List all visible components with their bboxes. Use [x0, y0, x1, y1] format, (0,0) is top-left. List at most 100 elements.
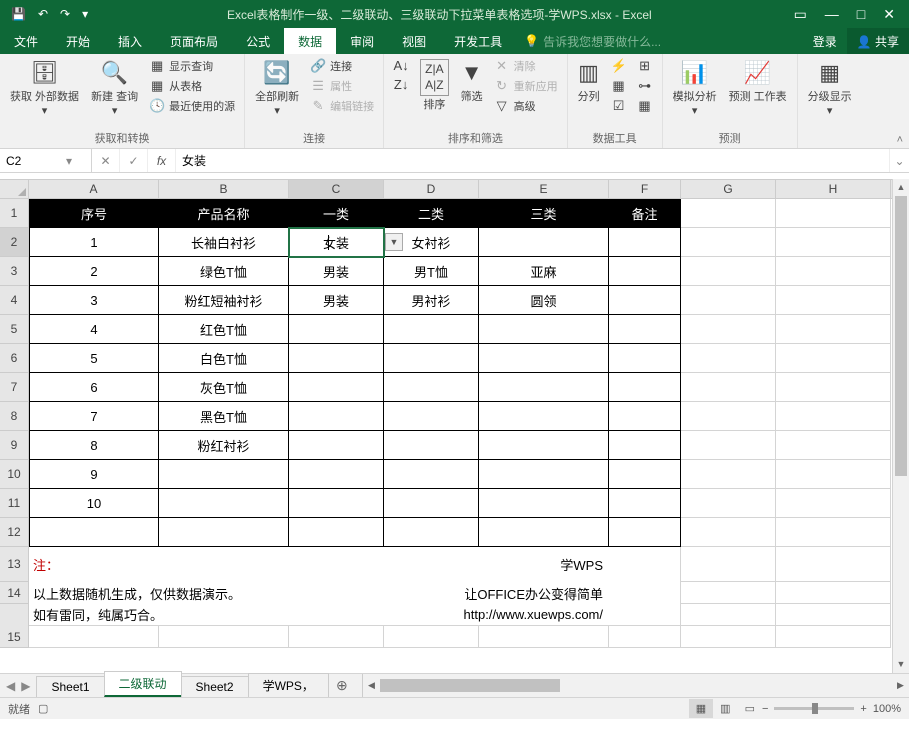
namebox-dropdown-icon[interactable]: ▾ [66, 154, 72, 168]
cell[interactable]: 长袖白衬衫 [159, 228, 289, 257]
cell[interactable] [681, 228, 776, 257]
cell[interactable] [609, 257, 681, 286]
sheet-tab[interactable]: Sheet1 [36, 676, 104, 697]
cell[interactable] [681, 402, 776, 431]
row-header-2[interactable]: 2 [0, 228, 29, 257]
sheet-tab-active[interactable]: 二级联动 [104, 671, 182, 697]
sort-button[interactable]: Z|AA|Z排序 [416, 57, 452, 114]
cell[interactable]: 以上数据随机生成，仅供数据演示。 [29, 582, 289, 604]
col-header-d[interactable]: D [384, 180, 479, 198]
scroll-thumb[interactable] [380, 679, 560, 692]
cell[interactable]: 圆领 [479, 286, 609, 315]
redo-icon[interactable]: ↷ [55, 5, 75, 23]
dropdown-icon[interactable]: ▼ [385, 233, 403, 251]
cell[interactable] [776, 315, 891, 344]
cell[interactable] [384, 402, 479, 431]
cell[interactable] [289, 604, 384, 626]
cell[interactable] [681, 547, 776, 582]
outline-button[interactable]: ▦分级显示▾ [804, 57, 856, 120]
col-header-f[interactable]: F [609, 180, 681, 198]
cell[interactable] [681, 604, 776, 626]
expand-formula-bar-icon[interactable]: ⌄ [889, 149, 909, 172]
consolidate-button[interactable]: ⊞ [634, 57, 656, 75]
scroll-thumb[interactable] [895, 196, 907, 476]
cell[interactable] [609, 604, 681, 626]
cell[interactable] [681, 286, 776, 315]
cell[interactable]: 7 [29, 402, 159, 431]
scroll-down-icon[interactable]: ▼ [893, 656, 909, 673]
cell[interactable] [384, 518, 479, 547]
cell[interactable] [609, 402, 681, 431]
zoom-slider[interactable] [774, 707, 854, 710]
cell[interactable] [159, 626, 289, 648]
connections-button[interactable]: 🔗连接 [307, 57, 377, 75]
tab-developer[interactable]: 开发工具 [440, 28, 516, 54]
col-header-a[interactable]: A [29, 180, 159, 198]
cell[interactable] [681, 257, 776, 286]
row-header-3[interactable]: 3 [0, 257, 29, 286]
qat-dropdown-icon[interactable]: ▾ [77, 5, 93, 23]
get-external-data-button[interactable]: 🗄获取 外部数据▾ [6, 57, 83, 120]
cell[interactable]: 男装 [289, 286, 384, 315]
cell[interactable] [776, 286, 891, 315]
cell[interactable] [29, 518, 159, 547]
formula-input[interactable]: 女装 [176, 149, 889, 172]
cell[interactable]: 3 [29, 286, 159, 315]
cell[interactable] [681, 460, 776, 489]
cell[interactable] [776, 344, 891, 373]
cell[interactable]: 三类 [479, 199, 609, 228]
cell[interactable] [609, 626, 681, 648]
cell[interactable]: 亚麻 [479, 257, 609, 286]
fx-button[interactable]: fx [148, 149, 176, 172]
row-header-10[interactable]: 10 [0, 460, 29, 489]
cell[interactable]: 如有雷同，纯属巧合。 [29, 604, 289, 626]
cell[interactable] [479, 373, 609, 402]
col-header-e[interactable]: E [479, 180, 609, 198]
cell[interactable] [609, 286, 681, 315]
cell[interactable] [289, 402, 384, 431]
remove-duplicates-button[interactable]: ▦ [608, 77, 630, 95]
normal-view-button[interactable]: ▦ [689, 699, 713, 718]
cell[interactable] [609, 373, 681, 402]
cell[interactable] [29, 626, 159, 648]
cell[interactable]: http://www.xuewps.com/ [479, 604, 609, 626]
tab-review[interactable]: 审阅 [336, 28, 388, 54]
cell[interactable] [289, 547, 384, 582]
filter-button[interactable]: ▼筛选 [457, 57, 487, 106]
page-layout-view-button[interactable]: ▥ [713, 699, 737, 718]
cell[interactable]: 备注 [609, 199, 681, 228]
cell[interactable] [609, 431, 681, 460]
cell[interactable]: 学WPS [479, 547, 609, 582]
row-header-9[interactable]: 9 [0, 431, 29, 460]
close-button[interactable]: ✕ [875, 4, 903, 25]
cell[interactable]: 2 [29, 257, 159, 286]
row-header-1[interactable]: 1 [0, 199, 29, 228]
sheet-tab[interactable]: 学WPS， [248, 673, 329, 697]
cell[interactable] [479, 460, 609, 489]
cell[interactable] [384, 344, 479, 373]
cell[interactable] [681, 518, 776, 547]
cell[interactable]: 9 [29, 460, 159, 489]
cell[interactable] [681, 315, 776, 344]
vertical-scrollbar[interactable]: ▲ ▼ [892, 179, 909, 673]
cell[interactable] [159, 547, 289, 582]
row-header-11[interactable]: 11 [0, 489, 29, 518]
tab-insert[interactable]: 插入 [104, 28, 156, 54]
cell[interactable] [609, 518, 681, 547]
cell[interactable]: 男衬衫 [384, 286, 479, 315]
zoom-knob[interactable] [812, 703, 818, 714]
cell[interactable] [479, 228, 609, 257]
row-header-14[interactable]: 14 [0, 582, 29, 604]
cell[interactable] [609, 344, 681, 373]
tab-view[interactable]: 视图 [388, 28, 440, 54]
cell[interactable] [289, 460, 384, 489]
row-header-5[interactable]: 5 [0, 315, 29, 344]
cell[interactable] [289, 626, 384, 648]
tell-me[interactable]: 💡告诉我您想要做什么... [516, 28, 669, 54]
cell[interactable] [609, 315, 681, 344]
cell[interactable] [289, 489, 384, 518]
name-box-input[interactable] [6, 154, 66, 168]
show-queries-button[interactable]: ▦显示查询 [146, 57, 238, 75]
cell[interactable]: 黑色T恤 [159, 402, 289, 431]
cell[interactable] [609, 582, 681, 604]
